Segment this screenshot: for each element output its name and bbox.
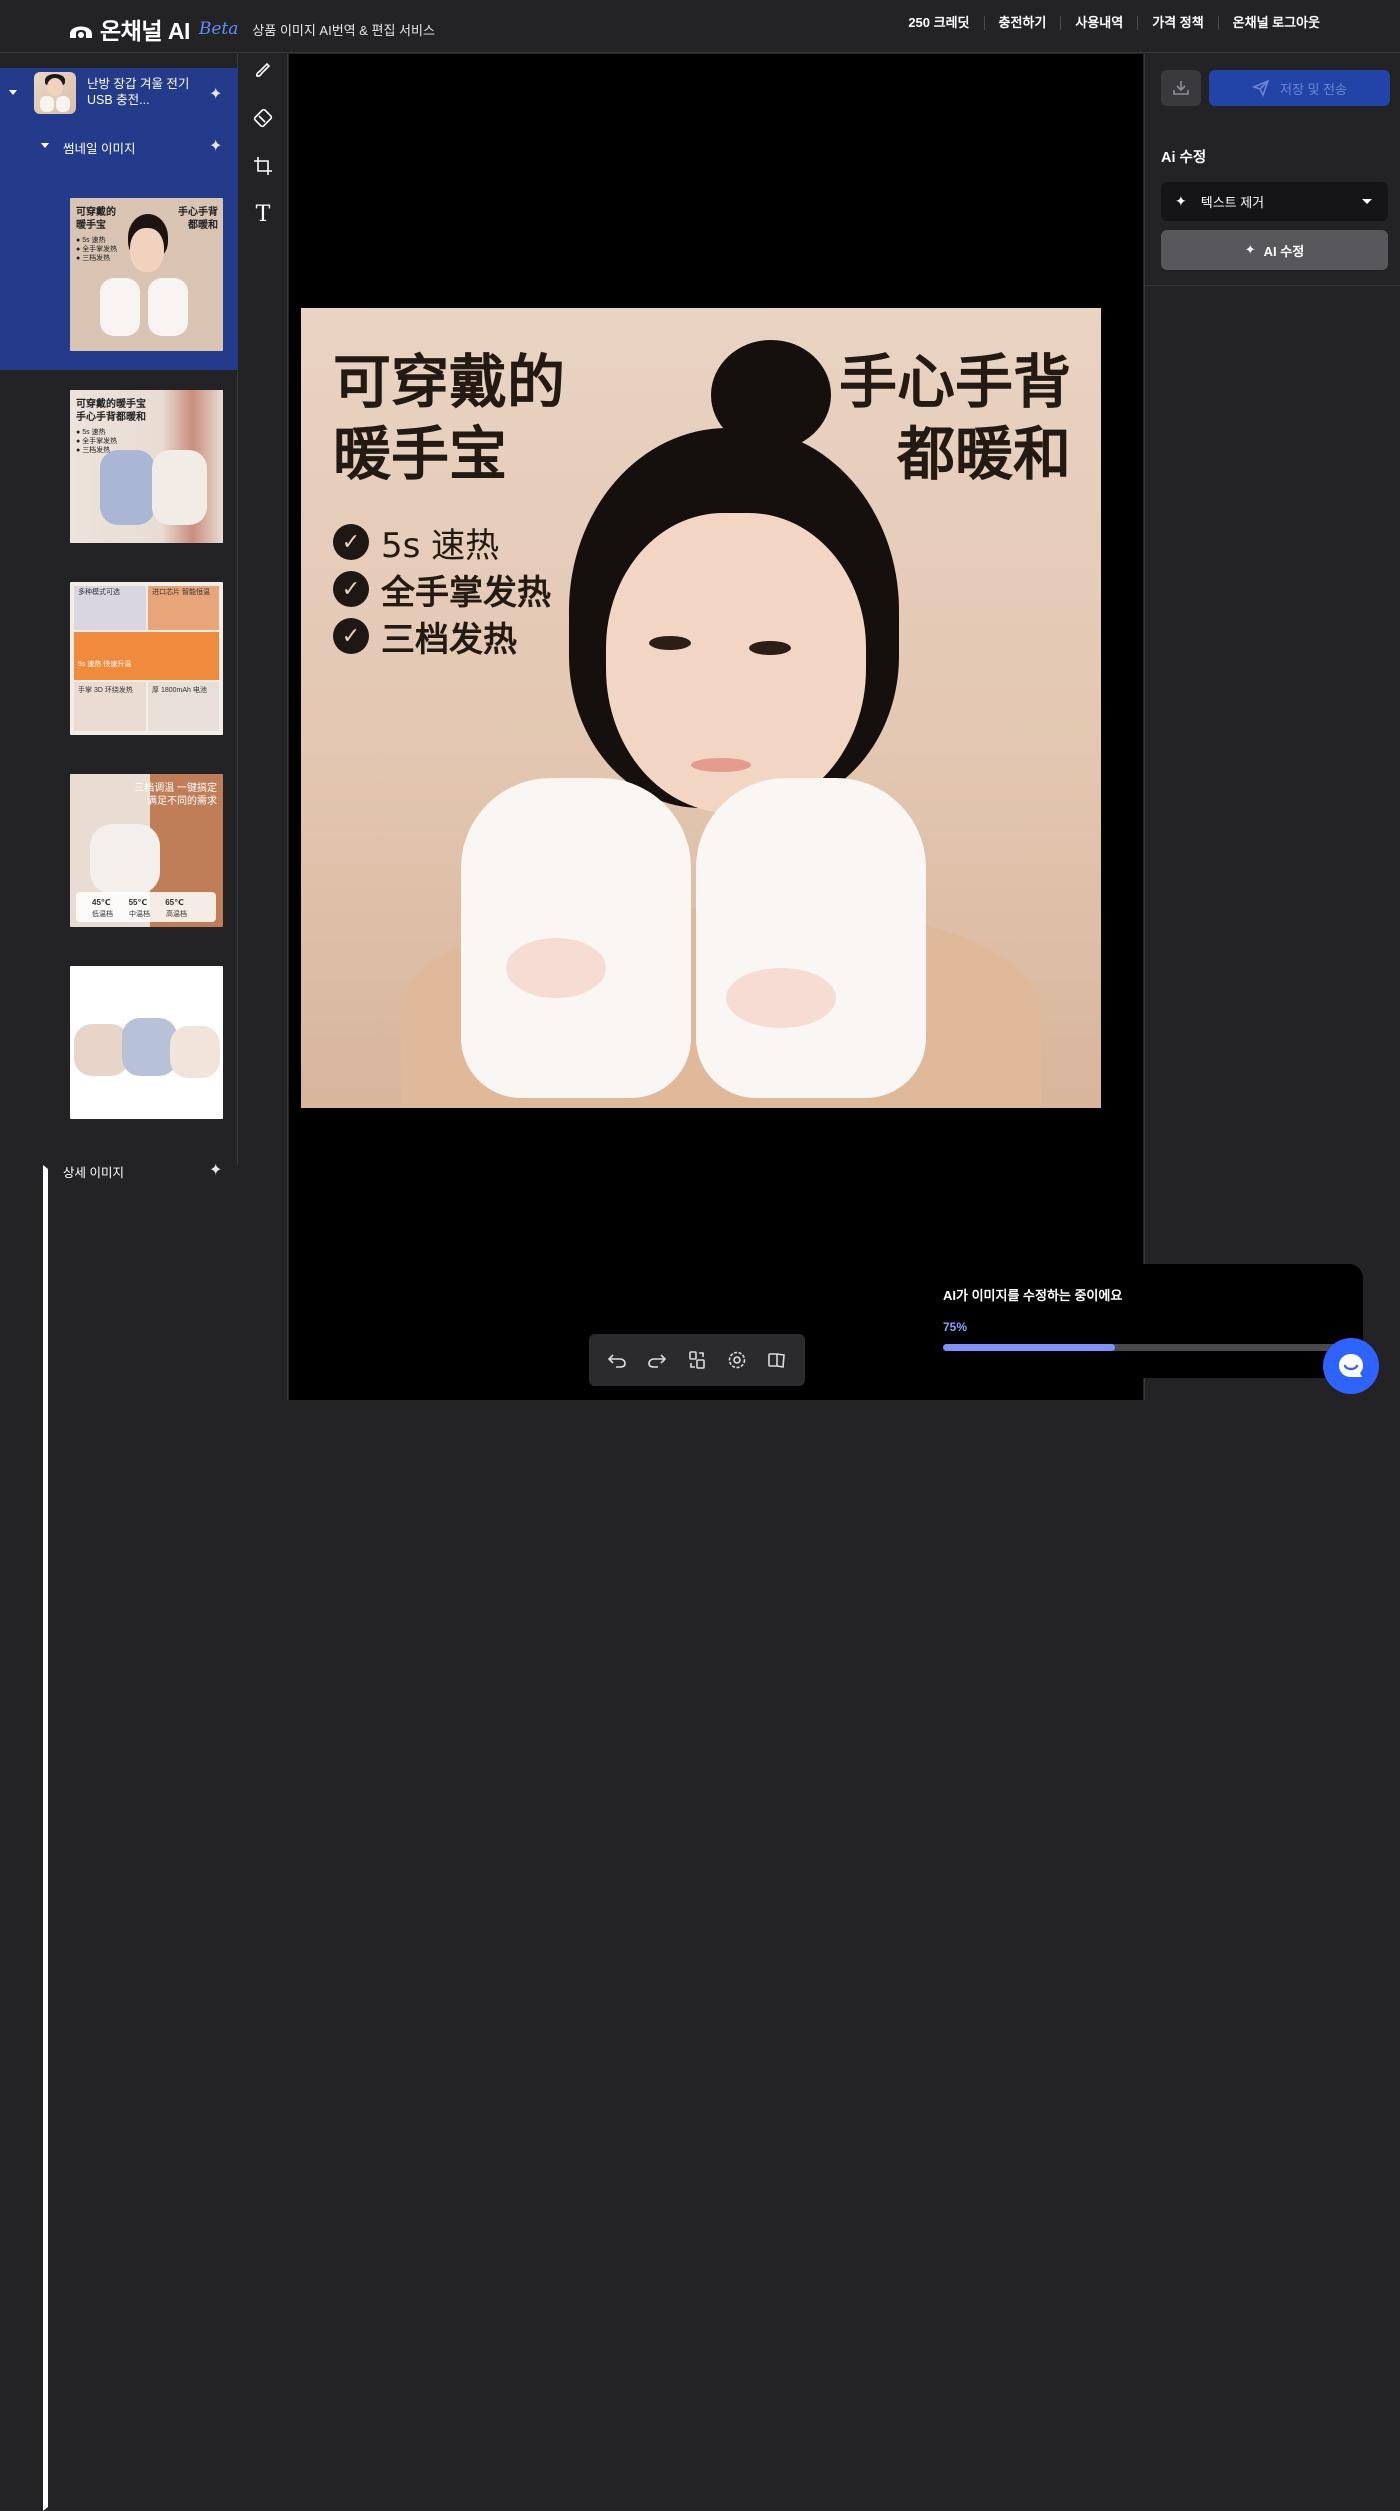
ai-edit-panel: 저장 및 전송 Ai 수정 ✦ 텍스트 제거 ✦ AI 수정 [1144,54,1400,1400]
temp-level: 高温档 [166,911,187,918]
progress-bar-fill [943,1344,1115,1351]
eraser-icon[interactable] [251,106,275,130]
send-label: 저장 및 전송 [1279,81,1348,97]
download-icon [1173,81,1189,95]
send-icon [1251,79,1270,97]
thumb-caption: 手掌 3D 环绕发热 [78,687,133,694]
thumb-text: 三档调温 一键搞定 [134,783,217,794]
beta-badge: Beta [198,19,239,39]
product-image[interactable]: 可穿戴的 暖手宝 手心手背 都暖和 ✓ 5s 速热 ✓ 全手掌发热 ✓ 三档发热 [301,308,1101,1108]
canvas-toolbar [589,1334,805,1386]
thumb-caption: 5s 速热 快速升温 [78,661,132,668]
pages-icon[interactable] [765,1348,789,1372]
thumb-caption: 多种模式可选 [78,589,120,596]
nav-usage-history[interactable]: 사용내역 [1060,16,1137,30]
thumbnail-3[interactable]: 多种模式可选 进口芯片 智能恒温 5s 速热 快速升温 手掌 3D 环绕发热 厚… [70,582,223,735]
temp-level: 中温档 [129,911,150,918]
thumbnail-1[interactable]: 可穿戴的暖手宝 手心手背都暖和 ● 5s 速热 ● 全手掌发热 ● 三档发热 [70,198,223,351]
ai-mode-value: 텍스트 제거 [1200,195,1265,210]
progress-toast: AI가 이미지를 수정하는 중이에요 75% [925,1264,1363,1378]
crop-icon[interactable] [251,154,275,178]
thumbnail-4[interactable]: 三档调温 一键搞定满足不同的需求 45℃ 55℃ 65℃ 低温档 中温档 高温档 [70,774,223,927]
headline-right: 手心手背 [838,348,1071,416]
ai-sparkle-icon[interactable]: ✦ [209,1160,222,1180]
top-bar: 온채널 AI Beta 상품 이미지 AI번역 & 편집 서비스 250 크레딧… [0,0,1400,53]
ai-sparkle-icon[interactable]: ✦ [209,84,222,104]
redo-icon[interactable] [645,1348,669,1372]
section-details[interactable]: 상세 이미지 [63,1162,124,1181]
image-list-panel: 난방 장갑 겨울 전기 USB 충전... ✦ 썸네일 이미지 ✦ 可穿戴的 暖手… [0,54,299,2511]
nav-logout[interactable]: 온채널 로그아웃 [1217,16,1334,30]
brush-icon[interactable] [251,58,275,82]
thumb-bullet: ● 三档发热 [76,255,111,262]
progress-message: AI가 이미지를 수정하는 중이에요 [943,1288,1123,1303]
nav-charge[interactable]: 충전하기 [983,16,1061,30]
divider [1145,285,1400,286]
bullet-text: 三档发热 [381,620,517,660]
save-and-send-button[interactable]: 저장 및 전송 [1209,70,1390,106]
section-thumbnails[interactable]: 썸네일 이미지 [63,138,135,157]
progress-percent: 75% [943,1320,968,1334]
ai-sparkle-icon: ✦ [1175,193,1187,209]
compare-icon[interactable] [685,1348,709,1372]
bullet-text: 5s 速热 [381,526,500,566]
thumb-caption: 厚 1800mAh 电池 [152,687,207,694]
thumb-bullet: ● 5s 速热 [76,237,106,244]
headline-right: 都暖和 [896,420,1071,488]
chat-support-button[interactable] [1323,1338,1379,1394]
ai-edit-title: Ai 수정 [1161,150,1207,166]
brand-name: 온채널 AI [100,18,190,44]
brand-logo[interactable]: 온채널 AI Beta 상품 이미지 AI번역 & 편집 서비스 [66,12,435,46]
chevron-down-icon [1362,199,1372,204]
top-nav: 250 크레딧 충전하기 사용내역 가격 정책 온채널 로그아웃 [894,16,1334,30]
check-icon: ✓ [333,571,369,607]
progress-bar [943,1344,1343,1351]
thumb-text: 手心手背都暖和 [76,412,146,423]
check-icon: ✓ [333,618,369,654]
thumbnails-caret-icon[interactable] [41,143,49,148]
ai-sparkle-icon: ✦ [1244,242,1256,257]
bullet-text: 全手掌发热 [381,573,551,613]
thumb-text: 满足不同的需求 [147,796,217,807]
ai-edit-label: AI 수정 [1263,243,1305,259]
ai-sparkle-icon[interactable]: ✦ [209,136,222,156]
product-title: 난방 장갑 겨울 전기 USB 충전... [87,77,190,107]
text-tool-icon[interactable]: T [251,202,275,227]
temp-low: 45℃ [92,898,111,907]
credits-display: 250 크레딧 [908,15,970,30]
nav-pricing[interactable]: 가격 정책 [1137,16,1217,30]
thumb-bullet: ● 三档发热 [76,447,111,454]
undo-icon[interactable] [605,1348,629,1372]
product-row[interactable]: 난방 장갑 겨울 전기 USB 충전... ✦ [0,68,238,120]
thumb-bullet: ● 全手掌发热 [76,246,118,253]
brand-tagline: 상품 이미지 AI번역 & 편집 서비스 [252,22,435,38]
edit-tools-column: T [239,54,288,1400]
thumb-text: 手心手背 [178,207,218,218]
thumb-text: 暖手宝 [76,220,106,231]
collapse-caret-icon[interactable] [9,90,17,95]
thumb-text: 可穿戴的 [76,207,116,218]
temp-level: 低温档 [92,911,113,918]
chat-icon [1339,1354,1363,1377]
thumbnail-5[interactable] [70,966,223,1119]
thumb-text: 可穿戴的暖手宝 [76,399,146,410]
check-icon: ✓ [333,524,369,560]
thumb-caption: 进口芯片 智能恒温 [152,589,210,596]
editor-canvas[interactable]: 可穿戴的 暖手宝 手心手背 都暖和 ✓ 5s 速热 ✓ 全手掌发热 ✓ 三档发热 [289,54,1143,1400]
product-thumbnail [34,72,76,114]
headline-left: 可穿戴的 [333,348,566,416]
ai-edit-button[interactable]: ✦ AI 수정 [1161,230,1388,270]
thumbnail-2[interactable]: 可穿戴的暖手宝 手心手背都暖和 ● 5s 速热 ● 全手掌发热 ● 三档发热 [70,390,223,543]
settings-icon[interactable] [725,1348,749,1372]
thumb-bullet: ● 全手掌发热 [76,438,118,445]
headline-left: 暖手宝 [333,420,508,488]
download-button[interactable] [1161,70,1201,106]
temp-mid: 55℃ [128,898,148,907]
thumb-bullet: ● 5s 速热 [76,429,106,436]
temp-high: 65℃ [165,898,184,907]
thumb-text: 都暖和 [188,220,218,231]
logo-icon [70,26,92,38]
ai-mode-select[interactable]: ✦ 텍스트 제거 [1161,182,1388,221]
